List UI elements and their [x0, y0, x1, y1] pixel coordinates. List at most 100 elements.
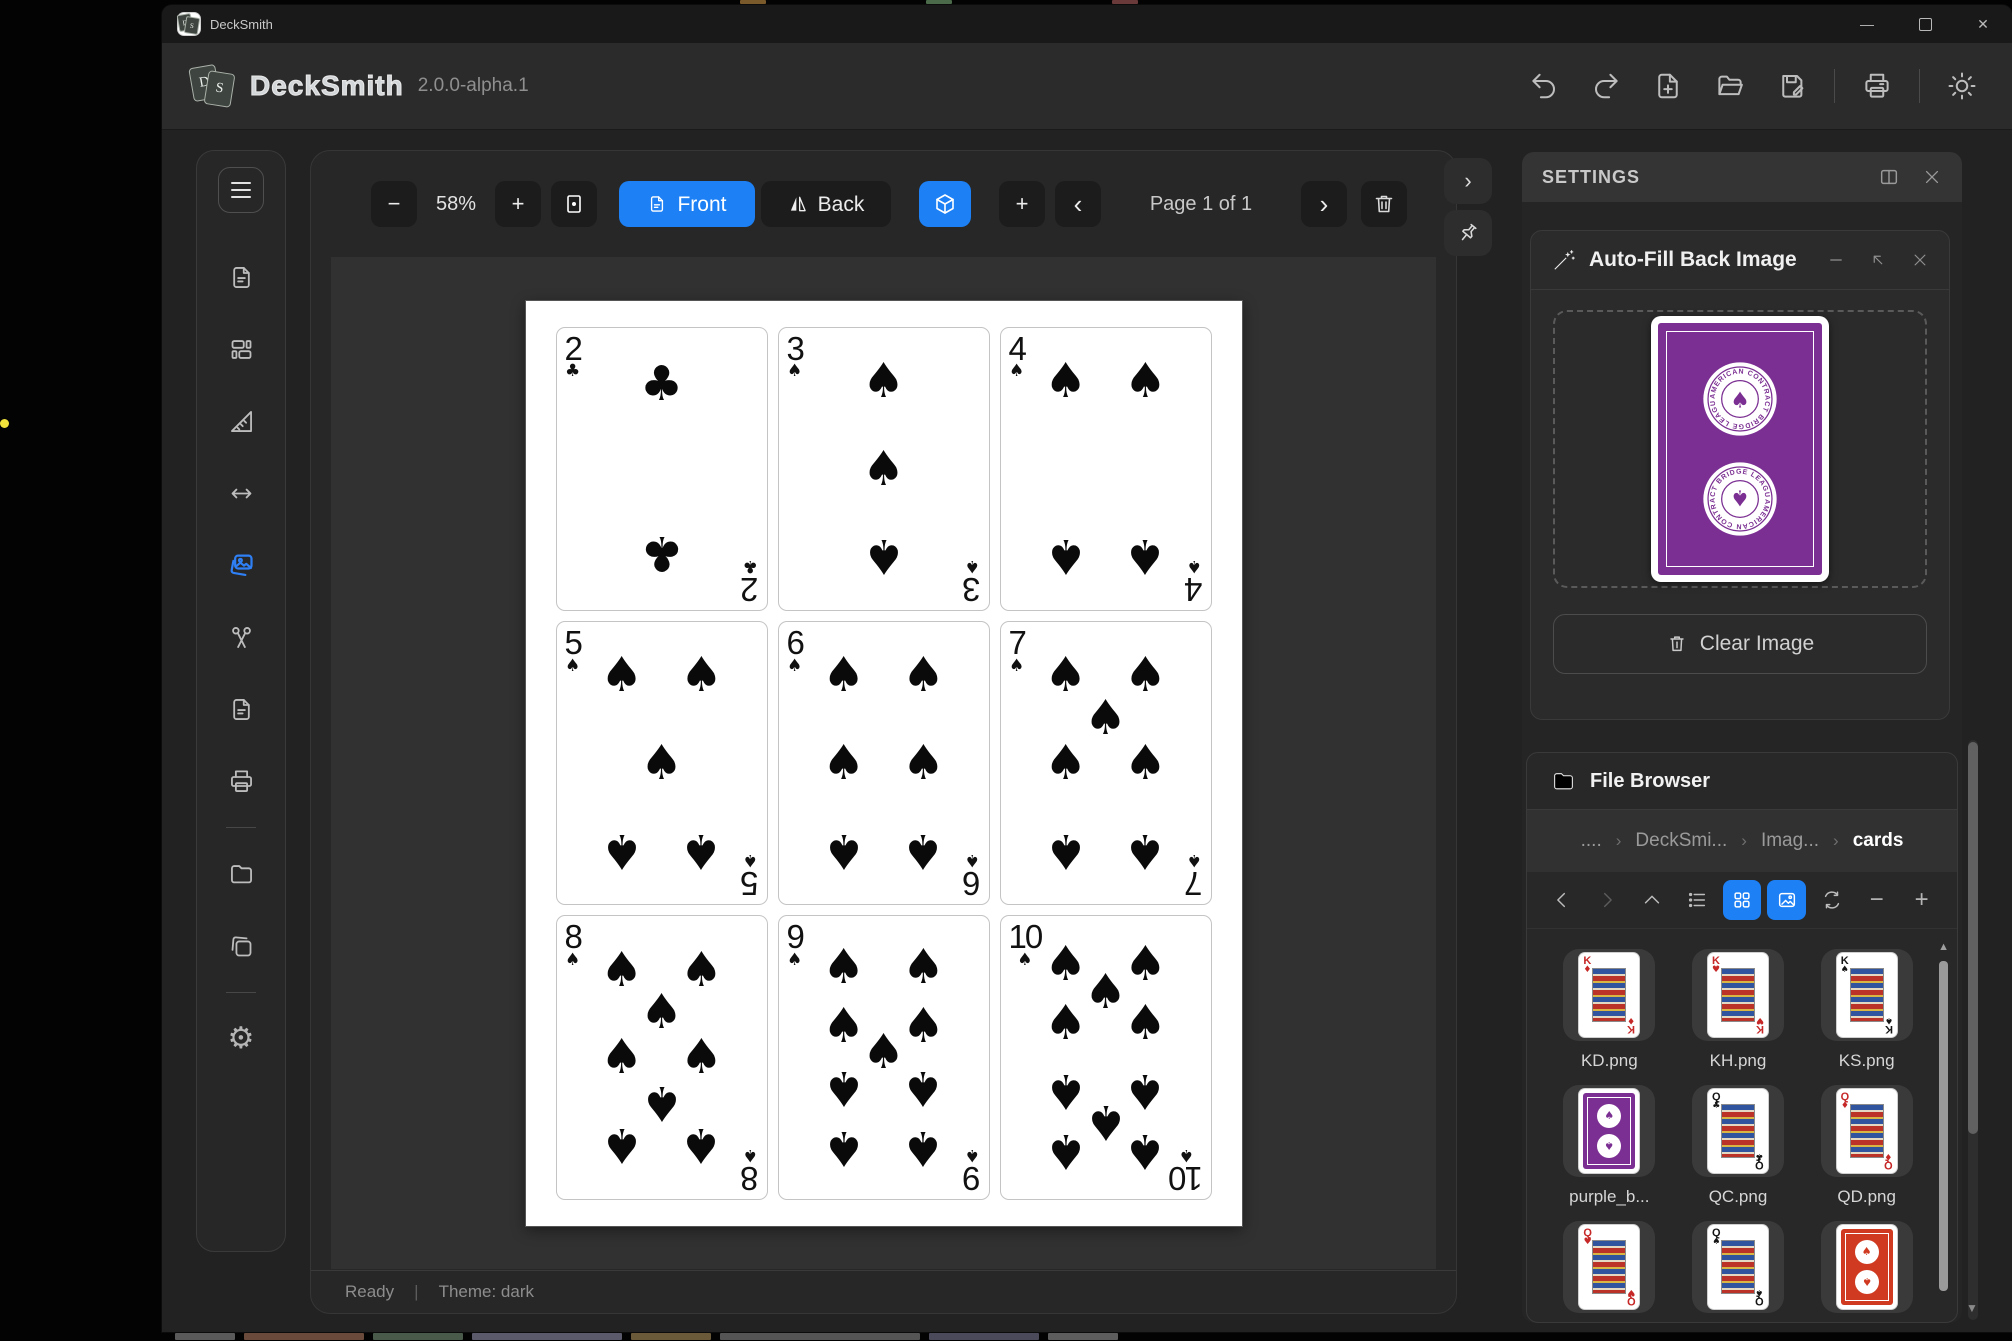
suit-pip: ♠: [679, 647, 723, 704]
playing-card-9S[interactable]: 9 ♠ 9 ♠ ♠ ♠ ♠ ♠ ♠ ♠ ♠ ♠ ♠: [777, 915, 990, 1200]
nav-back-button[interactable]: [1543, 880, 1582, 920]
breadcrumb-item[interactable]: DeckSmi...: [1635, 830, 1727, 852]
maximize-button[interactable]: [1896, 5, 1954, 43]
next-page-button[interactable]: ›: [1301, 181, 1347, 227]
sidebar-item-resize[interactable]: [219, 471, 263, 515]
sidebar-item-cards[interactable]: [219, 924, 263, 968]
file-grid: K ♦ K ♦ KD.png K ♥ K ♥ KH.png K ♠ K ♠ KS.png ♠ ♠ purple_b…: [1527, 929, 1957, 1322]
ruler-icon: [230, 410, 252, 432]
breadcrumb-item[interactable]: ....: [1581, 830, 1602, 852]
playing-card-4S[interactable]: 4 ♠ 4 ♠ ♠ ♠ ♠ ♠: [999, 326, 1212, 611]
scroll-up-arrow[interactable]: ▲: [1938, 941, 1949, 953]
dock-split-icon[interactable]: [1878, 166, 1900, 188]
autofill-header[interactable]: Auto-Fill Back Image: [1531, 231, 1949, 290]
sidebar-item-settings[interactable]: ⚙: [219, 1017, 263, 1061]
front-tab[interactable]: Front: [619, 181, 755, 227]
file-cell: K ♦ K ♦ KD.png: [1545, 949, 1674, 1071]
playing-card-10S[interactable]: 10 ♠ 10 ♠ ♠ ♠ ♠ ♠ ♠ ♠ ♠ ♠ ♠ ♠: [999, 915, 1212, 1200]
back-label: Back: [817, 192, 865, 216]
undo-button[interactable]: [1522, 64, 1566, 108]
settings-scrollbar-thumb[interactable]: [1968, 742, 1978, 1134]
autofill-back-image-card: Auto-Fill Back Image AMERICAN CONTRACT B…: [1530, 230, 1950, 720]
card-thumbnail: Q ♦ Q ♦: [1836, 1089, 1897, 1173]
restore-section-icon[interactable]: [1869, 251, 1887, 269]
sidebar-item-print[interactable]: [219, 759, 263, 803]
playing-card-2C[interactable]: 2 ♣ 2 ♣ ♣ ♣: [555, 326, 768, 611]
open-folder-button[interactable]: [1708, 64, 1752, 108]
nav-up-button[interactable]: [1633, 880, 1672, 920]
sidebar-item-file[interactable]: [219, 255, 263, 299]
status-theme: Theme: dark: [438, 1282, 534, 1301]
zoom-out-thumbs-button[interactable]: −: [1857, 880, 1896, 920]
maximize-icon: [1918, 17, 1932, 31]
file-browser-header[interactable]: File Browser: [1527, 753, 1957, 810]
file-tile-KH.png[interactable]: K ♥ K ♥: [1691, 949, 1784, 1041]
collapse-panel-button[interactable]: ›: [1444, 158, 1492, 204]
status-ready: Ready: [345, 1282, 395, 1301]
redo-button[interactable]: [1584, 64, 1628, 108]
preview-3d-button[interactable]: [919, 181, 971, 227]
playing-card-6S[interactable]: 6 ♠ 6 ♠ ♠ ♠ ♠ ♠ ♠ ♠: [777, 620, 990, 906]
breadcrumb: .... › DeckSmi... › Imag... › cards: [1527, 810, 1957, 872]
settings-scrollbar-track[interactable]: [1968, 740, 1978, 1320]
list-view-button[interactable]: [1678, 880, 1717, 920]
file-tile-QC.png[interactable]: Q ♣ Q ♣: [1691, 1085, 1784, 1177]
sidebar-item-cut[interactable]: [219, 615, 263, 659]
minimize-section-icon[interactable]: [1827, 251, 1845, 269]
new-file-button[interactable]: [1646, 64, 1690, 108]
back-image-dropzone[interactable]: AMERICAN CONTRACT BRIDGE LEAGUE • ♠ AMER…: [1553, 310, 1927, 588]
playing-card-5S[interactable]: 5 ♠ 5 ♠ ♠ ♠ ♠ ♠ ♠: [555, 620, 768, 906]
canvas-viewport[interactable]: 2 ♣ 2 ♣ ♣ ♣ 3 ♠ 3 ♠ ♠ ♠ ♠ 4 ♠ 4 ♠ ♠ ♠ ♠ ♠ 5 ♠ 5 ♠ ♠ ♠ ♠ ♠ ♠ 6 ♠ 6 ♠ ♠ ♠ ♠ ♠ ♠ ♠…: [331, 257, 1436, 1269]
file-tile-clipped[interactable]: Q ♥ Q ♥: [1563, 1221, 1656, 1313]
nav-forward-button[interactable]: [1588, 880, 1627, 920]
card-index: 6 ♠: [964, 850, 981, 903]
playing-card-8S[interactable]: 8 ♠ 8 ♠ ♠ ♠ ♠ ♠ ♠ ♠ ♠ ♠: [555, 915, 768, 1200]
breadcrumb-item[interactable]: Imag...: [1761, 830, 1819, 852]
delete-page-button[interactable]: [1361, 181, 1407, 227]
sun-icon: [1948, 72, 1976, 100]
pin-panel-button[interactable]: [1444, 210, 1492, 256]
sidebar-item-images[interactable]: [219, 543, 263, 587]
settings-close-icon[interactable]: [1922, 167, 1942, 187]
zoom-out-button[interactable]: −: [371, 181, 417, 227]
close-section-icon[interactable]: [1911, 251, 1929, 269]
sidebar-item-document[interactable]: [219, 687, 263, 731]
sidebar-item-layout[interactable]: [219, 327, 263, 371]
menu-button[interactable]: [218, 167, 264, 213]
titlebar[interactable]: DS DeckSmith — ✕: [162, 5, 2012, 43]
sidebar-item-ruler[interactable]: [219, 399, 263, 443]
file-tile-KS.png[interactable]: K ♠ K ♠: [1820, 949, 1913, 1041]
save-edit-icon: [1782, 75, 1804, 98]
playing-card-3S[interactable]: 3 ♠ 3 ♠ ♠ ♠ ♠: [777, 326, 990, 611]
file-tile-clipped[interactable]: ♠ ♠: [1820, 1221, 1913, 1313]
file-tile-QD.png[interactable]: Q ♦ Q ♦: [1820, 1085, 1913, 1177]
settings-titlebar[interactable]: SETTINGS: [1522, 152, 1962, 202]
prev-page-button[interactable]: ‹: [1055, 181, 1101, 227]
minimize-button[interactable]: —: [1838, 5, 1896, 43]
back-tab[interactable]: Back: [761, 181, 891, 227]
print-button[interactable]: [1855, 64, 1899, 108]
grid-view-button[interactable]: [1722, 880, 1762, 920]
zoom-in-button[interactable]: +: [495, 181, 541, 227]
suit-pip: ♠: [1044, 995, 1088, 1052]
file-grid-scrollbar[interactable]: [1939, 961, 1948, 1291]
scroll-down-arrow[interactable]: ▼: [1966, 1301, 1978, 1315]
card-thumbnail: K ♥ K ♥: [1707, 953, 1768, 1037]
breadcrumb-item[interactable]: cards: [1853, 830, 1904, 852]
file-tile-clipped[interactable]: Q ♠ Q ♠: [1691, 1221, 1784, 1313]
close-button[interactable]: ✕: [1954, 5, 2012, 43]
flip-icon: [790, 196, 806, 212]
fit-page-button[interactable]: [551, 181, 597, 227]
add-page-button[interactable]: +: [999, 181, 1045, 227]
file-tile-purple_b...[interactable]: ♠ ♠: [1563, 1085, 1656, 1177]
playing-card-7S[interactable]: 7 ♠ 7 ♠ ♠ ♠ ♠ ♠ ♠ ♠ ♠: [999, 620, 1212, 906]
refresh-button[interactable]: [1812, 880, 1851, 920]
save-button[interactable]: [1770, 64, 1814, 108]
file-tile-KD.png[interactable]: K ♦ K ♦: [1563, 949, 1656, 1041]
thumbnail-view-button[interactable]: [1767, 880, 1807, 920]
theme-toggle-button[interactable]: [1940, 64, 1984, 108]
zoom-in-thumbs-button[interactable]: +: [1902, 880, 1941, 920]
card-index: 9 ♠: [786, 918, 805, 970]
sidebar-item-folder[interactable]: [219, 852, 263, 896]
clear-image-button[interactable]: Clear Image: [1553, 614, 1927, 674]
